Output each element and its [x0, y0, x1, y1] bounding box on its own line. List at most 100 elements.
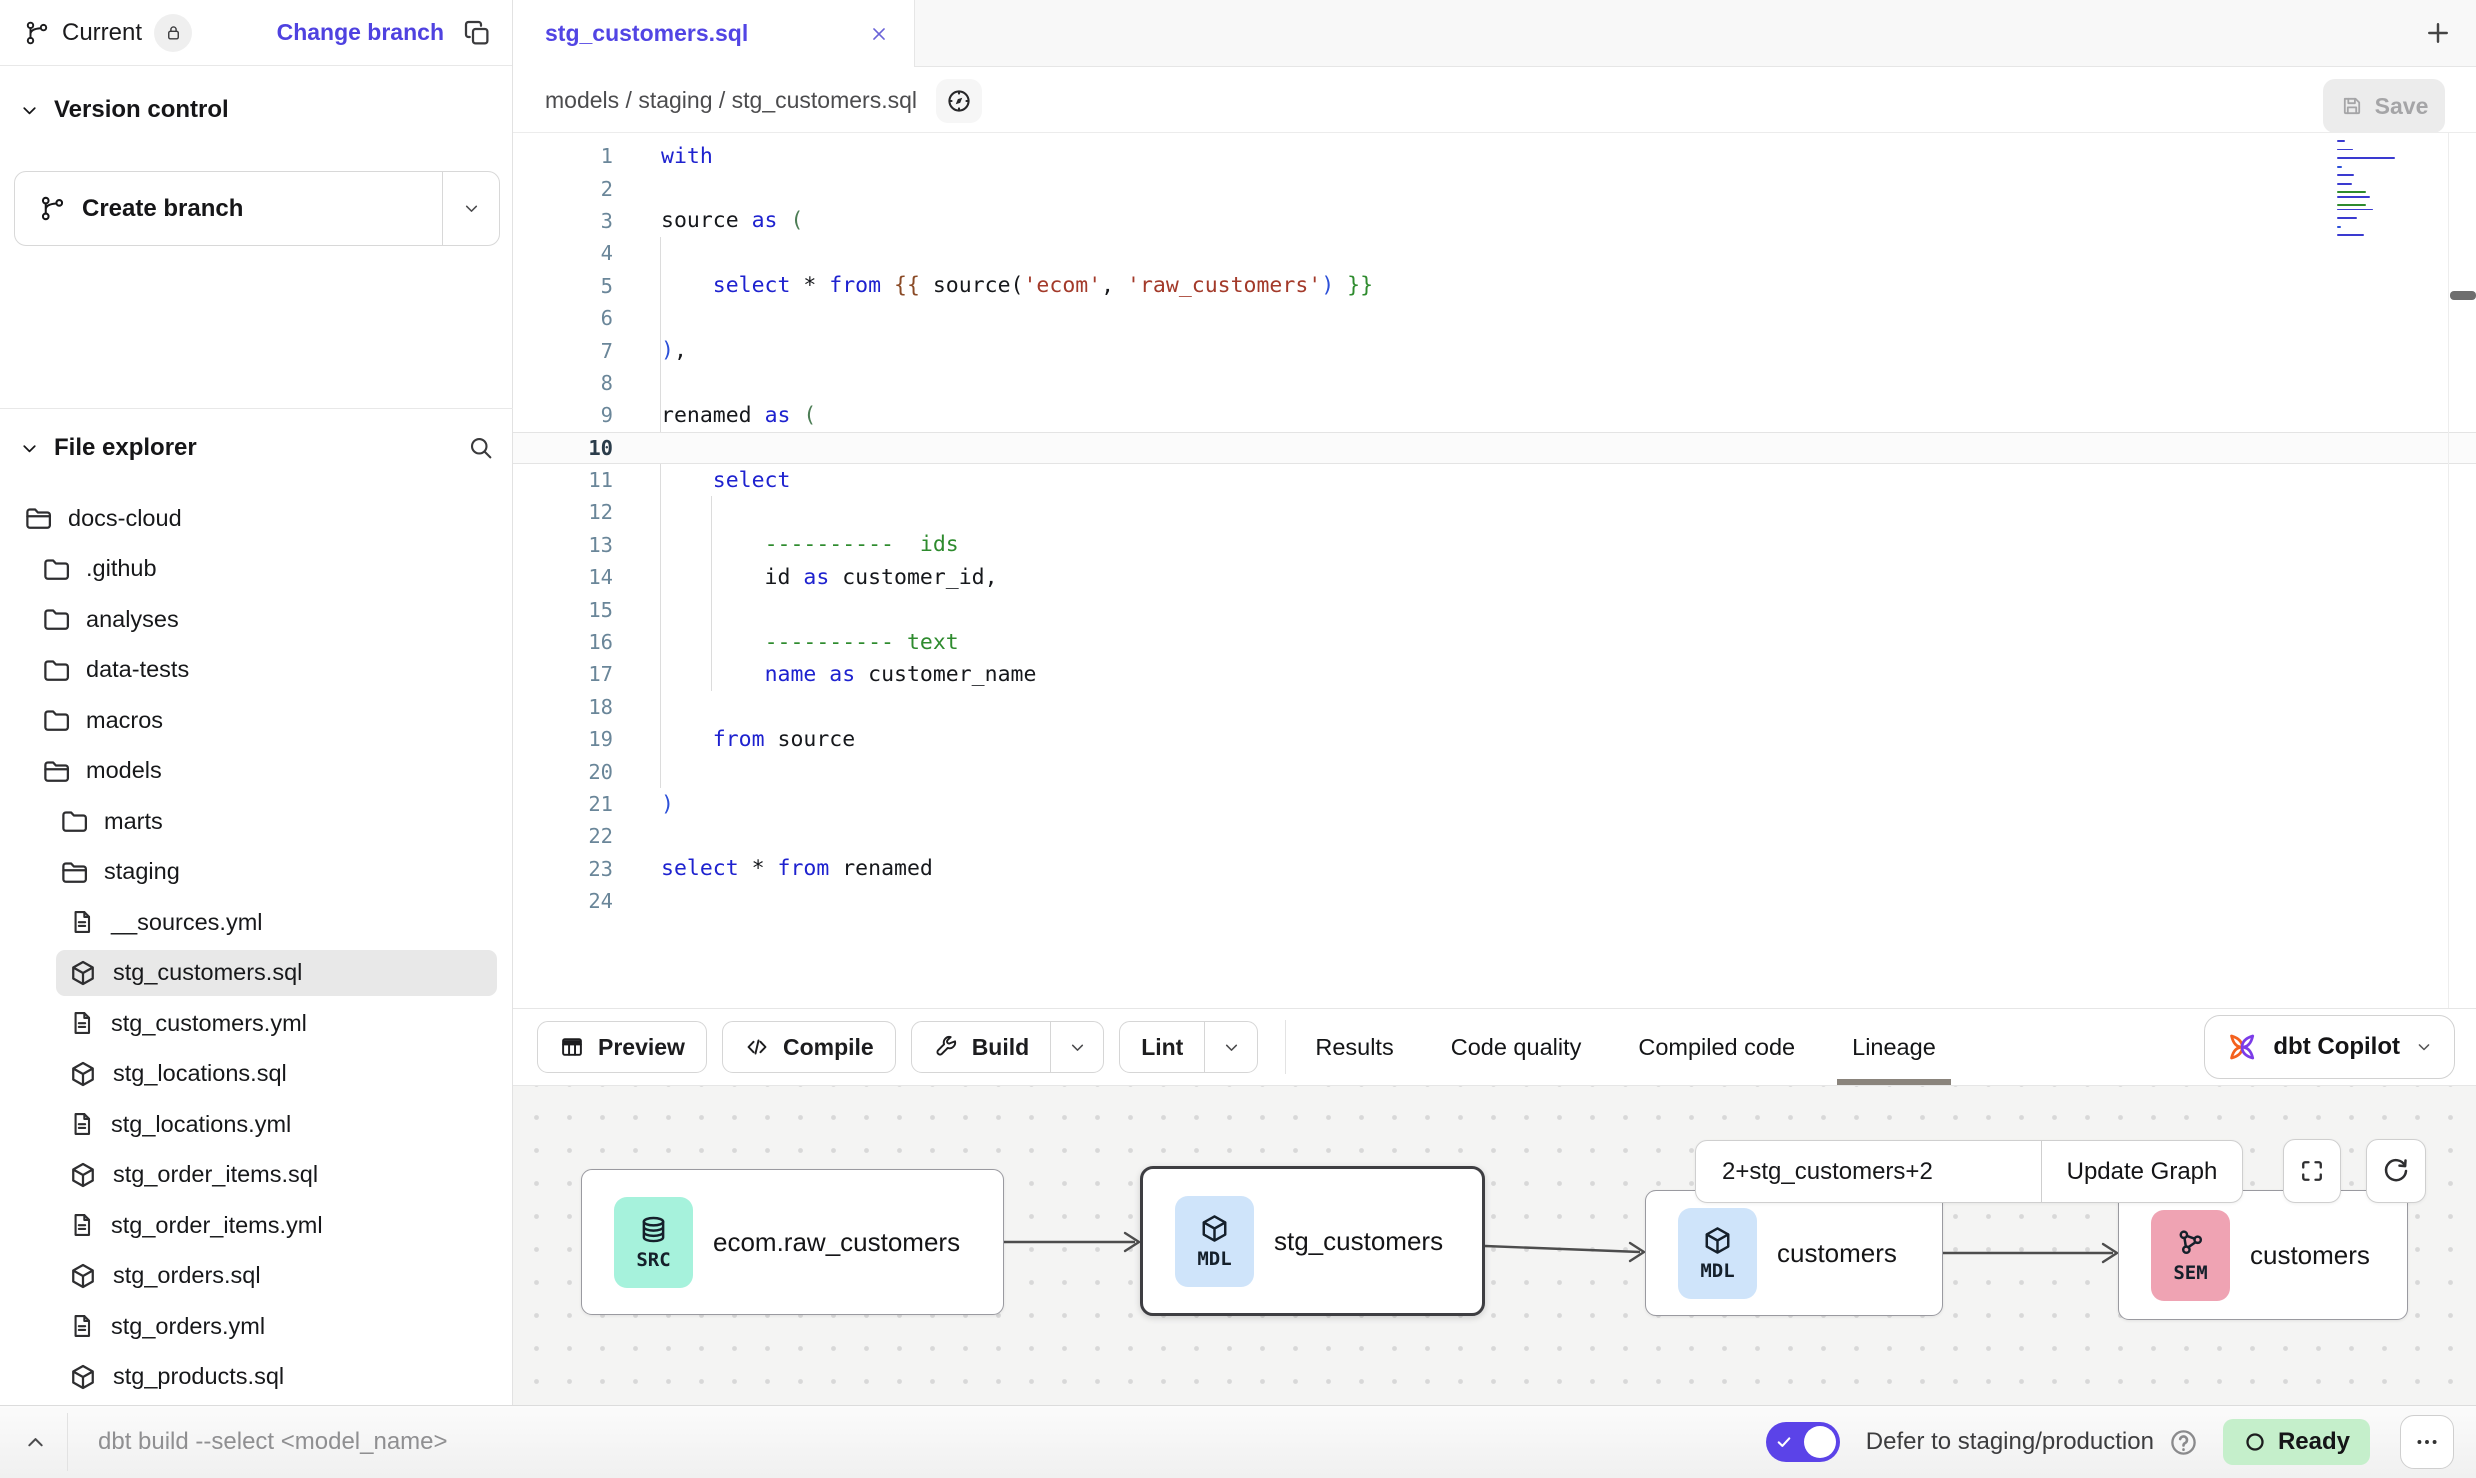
file-tree-item-stg-locations-sql[interactable]: stg_locations.sql	[0, 1049, 513, 1100]
file-tree-item--sources-yml[interactable]: __sources.yml	[0, 897, 513, 948]
cube-icon	[68, 1362, 98, 1392]
status-bar: dbt build --select <model_name> Defer to…	[0, 1405, 2476, 1478]
ready-status-badge[interactable]: Ready	[2223, 1419, 2370, 1465]
code-line-23[interactable]: 23select * from renamed	[513, 853, 2476, 885]
file-explorer-header[interactable]: File explorer	[18, 434, 495, 462]
build-dropdown[interactable]	[1050, 1022, 1103, 1072]
code-line-8[interactable]: 8	[513, 367, 2476, 399]
tab-compiled-code[interactable]: Compiled code	[1638, 1009, 1795, 1085]
file-tree-item-stg-locations-yml[interactable]: stg_locations.yml	[0, 1099, 513, 1150]
lineage-node-customers[interactable]: MDLcustomers	[1645, 1190, 1943, 1316]
refresh-button[interactable]	[2366, 1139, 2426, 1203]
copilot-compass-badge[interactable]	[936, 79, 982, 123]
fullscreen-button[interactable]	[2283, 1139, 2341, 1203]
create-branch-main[interactable]: Create branch	[15, 172, 442, 245]
file-tree-item-stg-orders-yml[interactable]: stg_orders.yml	[0, 1301, 513, 1352]
code-line-18[interactable]: 18	[513, 691, 2476, 723]
file-tree-item-data-tests[interactable]: data-tests	[0, 645, 513, 696]
file-tree-item--github[interactable]: .github	[0, 544, 513, 595]
file-tree-item-stg-order-items-yml[interactable]: stg_order_items.yml	[0, 1200, 513, 1251]
minimap	[2337, 140, 2399, 243]
tab-results[interactable]: Results	[1315, 1009, 1393, 1085]
create-branch-button[interactable]: Create branch	[14, 171, 500, 246]
file-label: .github	[86, 555, 157, 582]
code-line-1[interactable]: 1with	[513, 140, 2476, 172]
change-branch-link[interactable]: Change branch	[277, 19, 444, 46]
file-label: __sources.yml	[111, 909, 263, 936]
version-control-title: Version control	[54, 96, 229, 124]
help-icon[interactable]	[2168, 1427, 2199, 1458]
close-icon[interactable]	[868, 23, 890, 45]
code-line-14[interactable]: 14 id as customer_id,	[513, 561, 2476, 593]
code-line-19[interactable]: 19 from source	[513, 723, 2476, 755]
file-tree-item-docs-cloud[interactable]: docs-cloud	[0, 493, 513, 544]
badge-label: MDL	[1197, 1248, 1231, 1270]
code-line-17[interactable]: 17 name as customer_name	[513, 658, 2476, 690]
line-number: 3	[513, 209, 613, 233]
file-tree-item-marts[interactable]: marts	[0, 796, 513, 847]
chevron-up-icon[interactable]	[22, 1429, 49, 1456]
file-label: stg_locations.sql	[113, 1060, 287, 1087]
file-tree: docs-cloud .github analysesdata-testsmacro…	[0, 493, 513, 1402]
file-label: models	[86, 757, 162, 784]
new-tab-plus-icon[interactable]	[2424, 19, 2452, 47]
save-label: Save	[2375, 93, 2429, 120]
code-line-11[interactable]: 11 select	[513, 464, 2476, 496]
search-icon[interactable]	[467, 434, 495, 462]
compile-button[interactable]: Compile	[722, 1021, 896, 1073]
lineage-node-stg-customers[interactable]: MDLstg_customers	[1140, 1166, 1485, 1316]
code-line-9[interactable]: 9renamed as (	[513, 399, 2476, 431]
code-line-21[interactable]: 21)	[513, 788, 2476, 820]
code-editor[interactable]: 1with23source as (45 select * from {{ so…	[513, 133, 2476, 1008]
line-number: 6	[513, 306, 613, 330]
update-graph-button[interactable]: Update Graph	[2041, 1141, 2242, 1202]
lint-dropdown[interactable]	[1204, 1022, 1257, 1072]
file-tree-item-models[interactable]: models	[0, 746, 513, 797]
lineage-panel[interactable]: SRCecom.raw_customersMDLstg_customersMDL…	[513, 1086, 2476, 1405]
file-tree-item-stg-products-sql[interactable]: stg_products.sql	[0, 1352, 513, 1403]
code-line-5[interactable]: 5 select * from {{ source('ecom', 'raw_c…	[513, 270, 2476, 302]
file-tree-item-macros[interactable]: macros	[0, 695, 513, 746]
code-line-15[interactable]: 15	[513, 593, 2476, 625]
code-line-13[interactable]: 13 ---------- ids	[513, 529, 2476, 561]
preview-button[interactable]: Preview	[537, 1021, 707, 1073]
code-lines[interactable]: 1with23source as (45 select * from {{ so…	[513, 140, 2476, 917]
code-line-16[interactable]: 16 ---------- text	[513, 626, 2476, 658]
file-tree-item-stg-orders-sql[interactable]: stg_orders.sql	[0, 1251, 513, 1302]
command-input[interactable]: dbt build --select <model_name>	[98, 1428, 448, 1456]
more-options-button[interactable]	[2400, 1415, 2454, 1469]
save-button[interactable]: Save	[2323, 79, 2445, 133]
code-line-10[interactable]: 10	[513, 432, 2476, 464]
defer-toggle[interactable]	[1766, 1422, 1840, 1462]
build-button[interactable]: Build	[911, 1021, 1105, 1073]
code-line-4[interactable]: 4	[513, 237, 2476, 269]
file-tree-item-stg-order-items-sql[interactable]: stg_order_items.sql	[0, 1150, 513, 1201]
code-line-3[interactable]: 3source as (	[513, 205, 2476, 237]
code-line-7[interactable]: 7),	[513, 334, 2476, 366]
file-tree-item-stg-customers-yml[interactable]: stg_customers.yml	[0, 998, 513, 1049]
dbt-copilot-button[interactable]: dbt Copilot	[2204, 1015, 2455, 1079]
tab-lineage[interactable]: Lineage	[1852, 1009, 1936, 1085]
file-tree-item-stg-customers-sql[interactable]: stg_customers.sql	[0, 948, 513, 999]
code-line-20[interactable]: 20	[513, 755, 2476, 787]
line-number: 9	[513, 403, 613, 427]
tab-code-quality[interactable]: Code quality	[1451, 1009, 1582, 1085]
lineage-node-customers[interactable]: SEMcustomers	[2118, 1190, 2408, 1320]
lineage-node-ecom-raw-customers[interactable]: SRCecom.raw_customers	[581, 1169, 1004, 1315]
copy-icon[interactable]	[462, 18, 492, 48]
file-tree-item-analyses[interactable]: analyses	[0, 594, 513, 645]
badge-label: MDL	[1700, 1260, 1734, 1282]
version-control-header[interactable]: Version control	[18, 96, 229, 124]
node-type-badge: SRC	[614, 1197, 693, 1288]
lineage-filter-input[interactable]: 2+stg_customers+2	[1696, 1141, 2041, 1202]
scrollbar-thumb[interactable]	[2450, 291, 2476, 300]
lint-button[interactable]: Lint	[1119, 1021, 1258, 1073]
tab-stg-customers-sql[interactable]: stg_customers.sql	[513, 0, 915, 67]
code-line-2[interactable]: 2	[513, 172, 2476, 204]
code-line-22[interactable]: 22	[513, 820, 2476, 852]
code-line-24[interactable]: 24	[513, 885, 2476, 917]
code-line-6[interactable]: 6	[513, 302, 2476, 334]
create-branch-dropdown[interactable]	[442, 172, 499, 245]
code-line-12[interactable]: 12	[513, 496, 2476, 528]
file-tree-item-staging[interactable]: staging	[0, 847, 513, 898]
